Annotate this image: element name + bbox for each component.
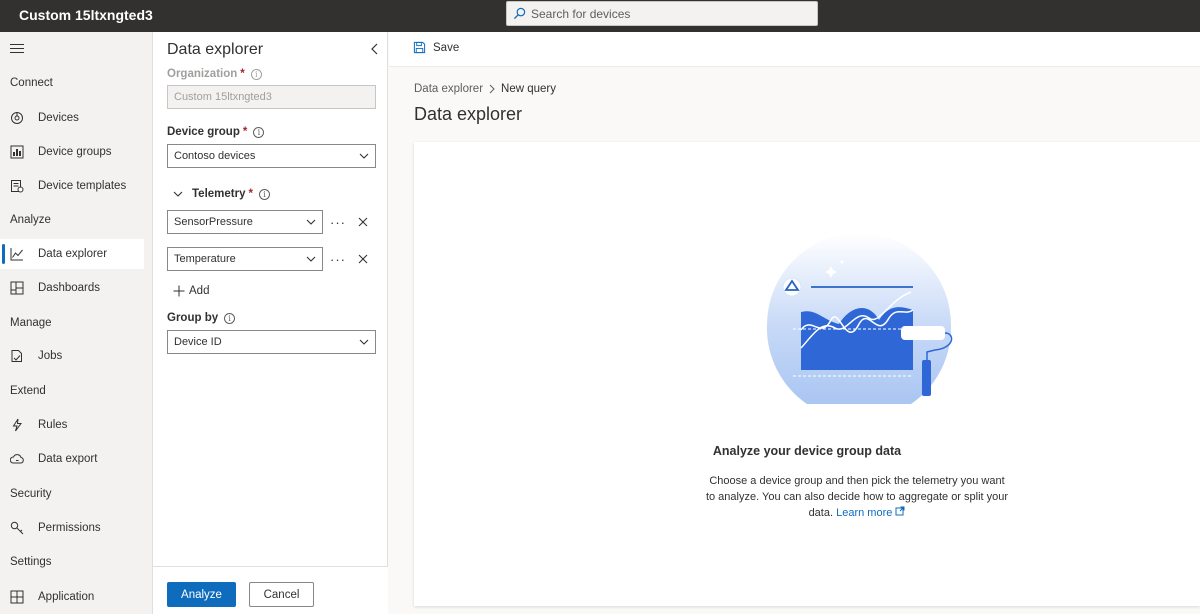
info-icon[interactable]: i	[258, 188, 270, 200]
devices-icon	[10, 111, 24, 125]
remove-telemetry-button[interactable]	[355, 251, 371, 267]
external-link-icon	[895, 506, 905, 516]
learn-more-link[interactable]: Learn more	[836, 506, 905, 519]
empty-state-title: Analyze your device group data	[712, 444, 902, 458]
nav-section-connect: Connect	[10, 77, 53, 89]
breadcrumb: Data explorer New query	[414, 83, 556, 95]
search-icon	[513, 7, 526, 20]
application-icon	[10, 590, 24, 604]
device-group-dropdown[interactable]: Contoso devices	[167, 144, 376, 168]
nav-section-settings: Settings	[10, 556, 52, 568]
nav-label: Devices	[38, 112, 79, 124]
rules-icon	[10, 418, 24, 432]
nav-item-device-templates[interactable]: Device templates	[0, 171, 144, 201]
close-icon	[358, 217, 368, 227]
nav-label: Device groups	[38, 146, 112, 158]
nav-label: Rules	[38, 419, 68, 431]
search-box[interactable]	[506, 1, 818, 26]
line-chart-icon	[10, 247, 24, 261]
breadcrumb-root[interactable]: Data explorer	[414, 83, 483, 95]
device-group-label: Device group * i	[167, 126, 265, 138]
nav-item-data-export[interactable]: Data export	[0, 444, 144, 474]
analyze-button[interactable]: Analyze	[167, 582, 236, 607]
telemetry-dropdown-2[interactable]: Temperature	[167, 247, 323, 271]
page-title: Data explorer	[414, 104, 523, 124]
analytics-illustration	[766, 233, 953, 404]
dashboards-icon	[10, 281, 24, 295]
organization-field: Custom 15ltxngted3	[167, 85, 376, 109]
nav-section-analyze: Analyze	[10, 214, 51, 226]
key-icon	[10, 521, 24, 535]
plus-icon	[173, 285, 185, 297]
nav-item-rules[interactable]: Rules	[0, 410, 144, 440]
jobs-icon	[10, 349, 24, 363]
chevron-down-icon	[359, 153, 369, 159]
chevron-down-icon	[306, 219, 316, 225]
panel-title: Data explorer	[167, 41, 264, 58]
close-icon	[358, 254, 368, 264]
save-icon	[413, 41, 426, 54]
nav-label: Jobs	[38, 350, 63, 362]
nav-section-security: Security	[10, 488, 52, 500]
nav-label: Application	[38, 591, 95, 603]
chevron-down-icon[interactable]	[173, 189, 183, 199]
nav-item-data-explorer[interactable]: Data explorer	[0, 239, 144, 269]
device-templates-icon	[10, 179, 24, 193]
query-panel: Data explorer Organization * i Custom 15lt…	[153, 32, 388, 614]
nav-item-device-groups[interactable]: Device groups	[0, 137, 144, 167]
nav-label: Data export	[38, 453, 98, 465]
empty-state-description: Choose a device group and then pick the …	[705, 475, 1009, 519]
nav-label: Permissions	[38, 522, 101, 534]
remove-telemetry-button[interactable]	[355, 214, 371, 230]
chevron-down-icon	[359, 339, 369, 345]
panel-footer: Analyze Cancel	[153, 566, 388, 614]
save-button[interactable]: Save	[413, 41, 459, 54]
nav-item-dashboards[interactable]: Dashboards	[0, 273, 144, 303]
telemetry-dropdown-1[interactable]: SensorPressure	[167, 210, 323, 234]
nav-item-jobs[interactable]: Jobs	[0, 341, 144, 371]
breadcrumb-current: New query	[501, 83, 557, 95]
cancel-button[interactable]: Cancel	[249, 582, 314, 607]
add-telemetry-button[interactable]: Add	[173, 285, 209, 297]
organization-label: Organization * i	[167, 68, 262, 80]
info-icon[interactable]: i	[224, 312, 236, 324]
required-mark: *	[248, 188, 253, 200]
search-input[interactable]	[531, 6, 811, 21]
app-title[interactable]: Custom 15ltxngted3	[19, 7, 153, 23]
required-mark: *	[242, 126, 248, 138]
group-by-label: Group by i	[167, 312, 236, 324]
collapse-panel-button[interactable]	[369, 42, 381, 56]
telemetry-header: Telemetry * i	[173, 188, 270, 200]
chevron-down-icon	[306, 256, 316, 262]
more-options-button[interactable]: ···	[329, 250, 347, 268]
chevron-left-icon	[371, 43, 378, 55]
nav-item-application[interactable]: Application	[0, 582, 144, 612]
nav-label: Device templates	[38, 180, 127, 192]
nav-label: Dashboards	[38, 282, 101, 294]
nav-section-extend: Extend	[10, 385, 46, 397]
nav-item-permissions[interactable]: Permissions	[0, 513, 144, 543]
nav-section-manage: Manage	[10, 317, 52, 329]
top-bar: Custom 15ltxngted3	[0, 0, 1200, 32]
required-mark: *	[240, 68, 245, 80]
hamburger-menu-icon[interactable]	[10, 44, 24, 56]
more-options-button[interactable]: ···	[329, 213, 347, 231]
data-export-icon	[10, 452, 24, 466]
device-groups-icon	[10, 145, 24, 159]
info-icon[interactable]: i	[250, 68, 262, 80]
chevron-right-icon	[489, 84, 495, 94]
group-by-dropdown[interactable]: Device ID	[167, 330, 376, 354]
command-bar: Save	[389, 32, 1200, 67]
nav-label: Data explorer	[38, 248, 108, 260]
results-card: Analyze your device group data Choose a …	[414, 142, 1200, 606]
info-icon[interactable]: i	[253, 126, 265, 138]
nav-item-devices[interactable]: Devices	[0, 103, 144, 133]
left-navigation: Connect Devices Device groups Device tem…	[0, 32, 153, 614]
